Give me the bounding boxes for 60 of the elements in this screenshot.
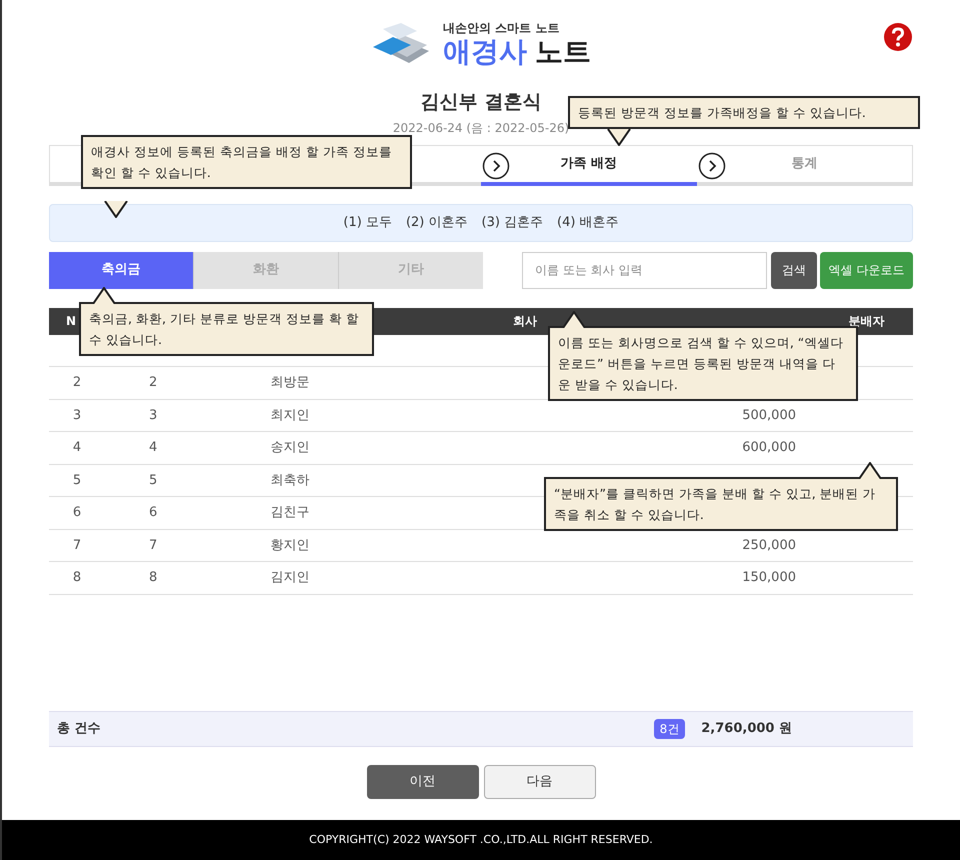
guide-tooltip: 애경사 정보에 등록된 축의금을 배정 할 가족 정보를 확인 할 수 있습니다. xyxy=(81,135,412,189)
table-cell-text: 4 xyxy=(149,439,158,457)
table-cell-text: 6 xyxy=(72,504,82,522)
table-cell-text: 4 xyxy=(72,439,82,457)
column-header: N xyxy=(66,313,76,330)
guide-tooltip: “분배자”를 클릭하면 가족을 분배 할 수 있고, 분배된 가족을 취소 할 수 있습니다. xyxy=(544,477,898,531)
category-tab[interactable]: 축의금 xyxy=(49,252,193,288)
table-cell-text: 3 xyxy=(149,406,158,424)
table-cell-text: 3 xyxy=(72,406,82,424)
chevron-right-icon xyxy=(482,152,510,180)
table-cell-text: 최축하 xyxy=(270,472,310,490)
event-date: 2022-06-24 (음 : 2022-05-26) xyxy=(392,120,570,136)
tooltip-tail xyxy=(607,129,631,146)
table-cell-text: 송지인 xyxy=(270,439,310,457)
table-cell-text: 250,000 xyxy=(742,536,796,554)
table-cell-text: 7 xyxy=(149,536,158,554)
copyright-text: COPYRIGHT(C) 2022 WAYSOFT .CO.,LTD.ALL RIGHT RESERVED. xyxy=(309,832,653,848)
table-cell-text: 2 xyxy=(149,374,158,392)
table-cell-text: 최방문 xyxy=(270,374,310,392)
tooltip-tail xyxy=(858,462,882,479)
table-cell-text: 150,000 xyxy=(742,569,796,587)
family-label: (2) 이혼주 xyxy=(406,214,468,232)
table-cell-text: 5 xyxy=(72,472,82,490)
logo-tagline: 내손안의 스마트 노트 xyxy=(443,21,560,35)
table-cell-text: 6 xyxy=(149,504,158,522)
table-cell-text: 황지인 xyxy=(270,536,310,554)
family-label: (3) 김혼주 xyxy=(482,214,544,232)
table-cell-text: 최지인 xyxy=(270,406,310,424)
step-tab[interactable]: 통계 xyxy=(696,146,912,186)
table-cell-text: 김친구 xyxy=(270,504,310,522)
excel-download-button[interactable]: 엑셀 다운로드 xyxy=(820,252,913,288)
total-amount: 2,760,000 원 xyxy=(701,720,792,738)
table-cell-text: 500,000 xyxy=(742,406,796,424)
family-label: (4) 배혼주 xyxy=(557,214,619,232)
logo-brand: 애경사 xyxy=(443,35,527,69)
search-field[interactable]: 이름 또는 회사 입력 xyxy=(522,252,767,288)
tooltip-tail xyxy=(104,201,128,218)
guide-tooltip: 축의금, 화환, 기타 분류로 방문객 정보를 확 할 수 있습니다. xyxy=(79,302,374,356)
table-cell-text: 김지인 xyxy=(270,569,310,587)
tooltip-tail xyxy=(92,287,116,304)
table-cell-text: 8 xyxy=(72,569,82,587)
summary-label: 총 건수 xyxy=(57,720,101,738)
chevron-right-icon xyxy=(698,152,726,180)
family-label: (1) 모두 xyxy=(343,214,392,232)
previous-button[interactable]: 이전 xyxy=(366,765,478,799)
table-cell-text: 2 xyxy=(72,374,82,392)
count-badge: 8건 xyxy=(654,719,686,739)
next-button[interactable]: 다음 xyxy=(484,765,596,799)
table-cell-text: 5 xyxy=(149,472,158,490)
event-title: 김신부 결혼식 xyxy=(420,90,542,115)
column-header: 회사 xyxy=(513,313,537,330)
help-icon[interactable] xyxy=(883,22,913,52)
table-cell-text: 600,000 xyxy=(742,439,796,457)
guide-tooltip: 이름 또는 회사명으로 검색 할 수 있으며, “엑셀다운로드” 버튼을 누르면 등록된 방문객 내역을 다운 받을 수 있습니다. xyxy=(548,326,858,401)
logo-product: 노트 xyxy=(535,35,591,69)
search-button[interactable]: 검색 xyxy=(771,252,817,288)
step-tab[interactable]: 가족 배정 xyxy=(481,146,696,186)
table-cell-text: 8 xyxy=(149,569,158,587)
tooltip-tail xyxy=(562,311,586,328)
table-cell-text: 7 xyxy=(72,536,82,554)
